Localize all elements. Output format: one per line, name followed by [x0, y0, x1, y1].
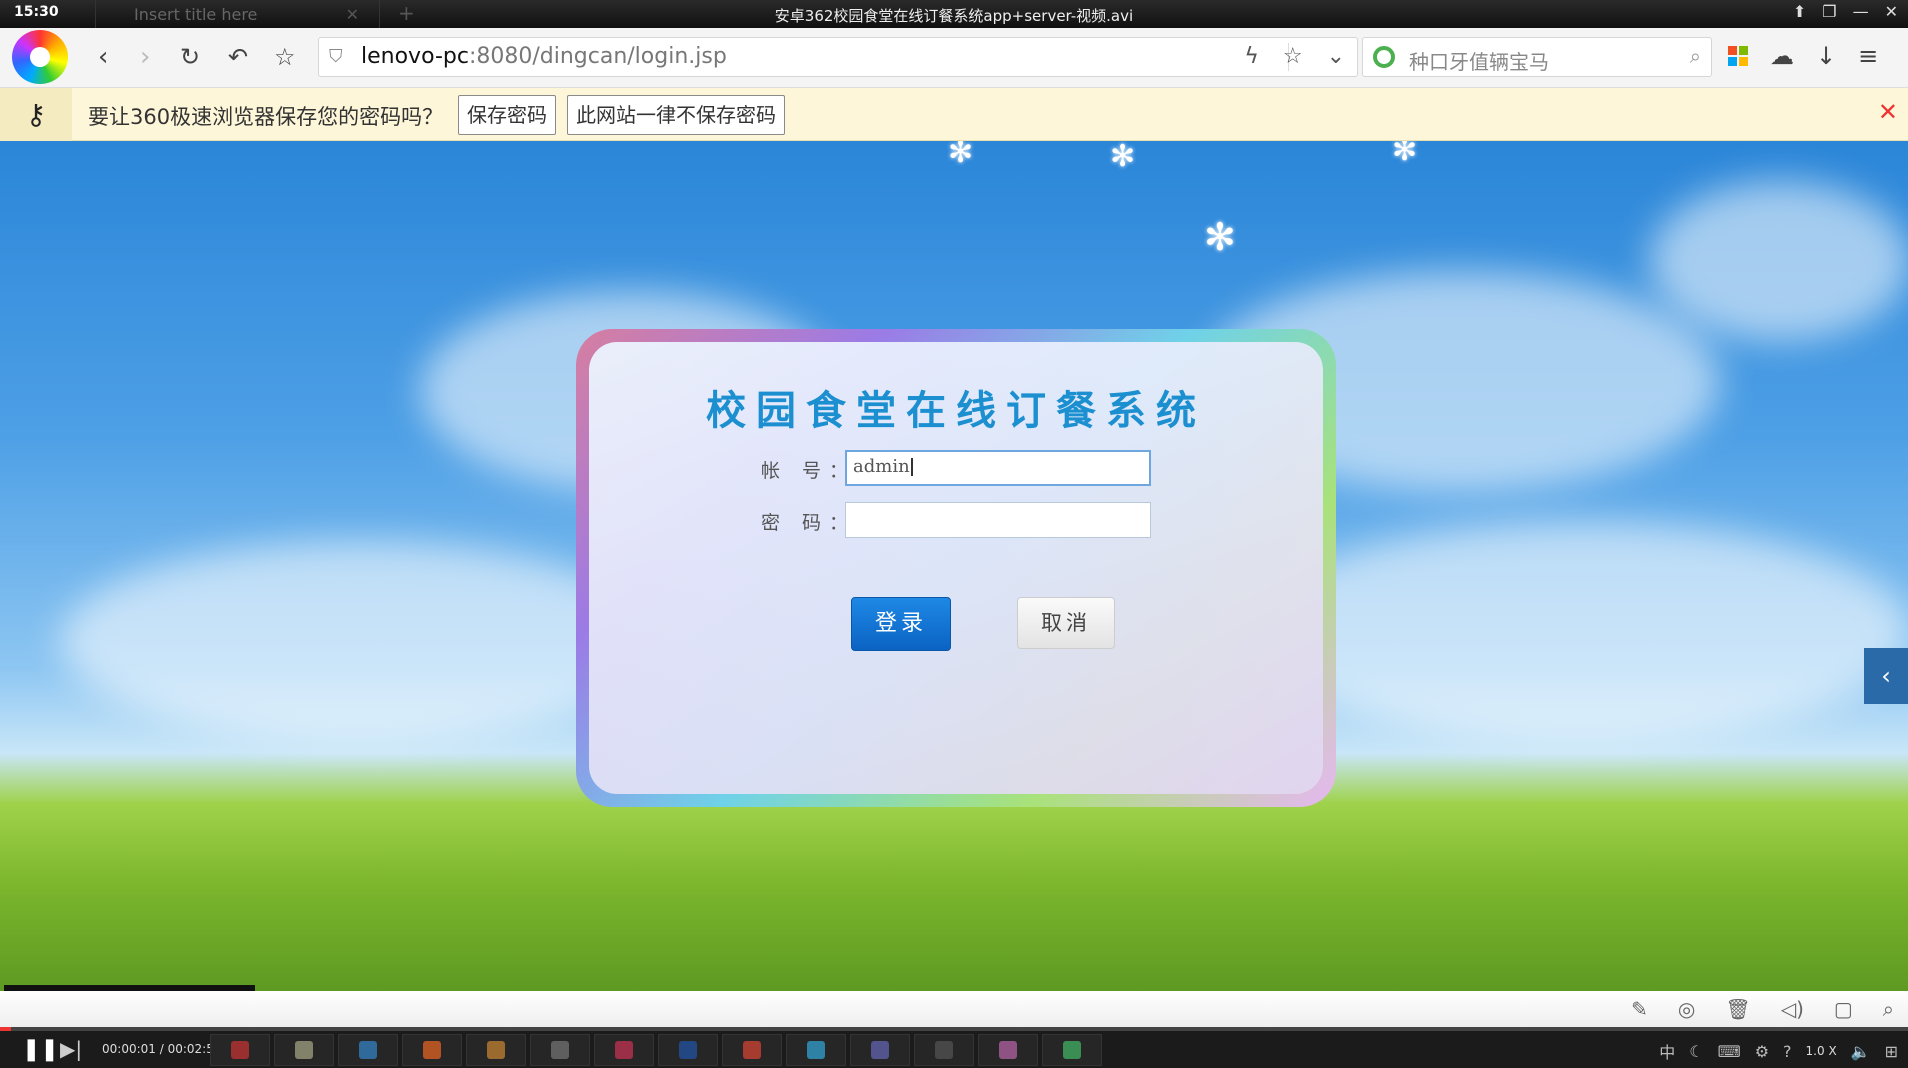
settings-icon[interactable]: ⚙: [1755, 1042, 1769, 1061]
taskbar-app[interactable]: [210, 1034, 270, 1066]
window-icon[interactable]: ▢: [1834, 997, 1853, 1021]
login-button[interactable]: 登录: [851, 597, 951, 651]
background-cloud: [60, 541, 660, 741]
taskbar-app[interactable]: [1042, 1034, 1102, 1066]
side-panel-toggle[interactable]: ‹: [1864, 648, 1908, 704]
menu-icon[interactable]: ≡: [1858, 42, 1878, 70]
prompt-message: 要让360极速浏览器保存您的密码吗？: [88, 105, 444, 129]
account-label: 帐 号：: [761, 460, 857, 482]
search-engine-icon: [1373, 46, 1395, 68]
browser-logo[interactable]: [12, 30, 68, 84]
taskbar-app[interactable]: [914, 1034, 974, 1066]
keyboard-icon[interactable]: ⌨: [1718, 1042, 1741, 1061]
favorite-star-icon[interactable]: ☆: [274, 42, 296, 72]
back-icon[interactable]: ‹: [98, 42, 108, 72]
pin-icon[interactable]: ✎: [1631, 997, 1648, 1021]
bookmark-star-icon[interactable]: ☆: [1283, 44, 1303, 69]
playback-speed[interactable]: 1.0 X: [1806, 1044, 1837, 1058]
account-input[interactable]: admin: [845, 450, 1151, 486]
taskbar-app[interactable]: [786, 1034, 846, 1066]
password-input[interactable]: [845, 502, 1151, 538]
taskbar: ❚❚ ▶| 00:00:01 / 00:02:59 中 ☾ ⌨ ⚙ ? 1.0 …: [0, 1031, 1908, 1068]
shield-icon: ⛉: [329, 46, 343, 67]
taskbar-app[interactable]: [466, 1034, 526, 1066]
taskbar-app[interactable]: [274, 1034, 334, 1066]
system-tray: 中 ☾ ⌨ ⚙ ? 1.0 X 🔈 ⊞: [1659, 1039, 1898, 1063]
taskbar-app[interactable]: [658, 1034, 718, 1066]
help-icon[interactable]: ?: [1783, 1042, 1792, 1061]
next-icon[interactable]: ▶|: [60, 1037, 82, 1061]
delete-icon[interactable]: 🗑: [1725, 997, 1750, 1021]
taskbar-app[interactable]: [850, 1034, 910, 1066]
taskbar-app[interactable]: [338, 1034, 398, 1066]
close-icon[interactable]: ✕: [1878, 98, 1898, 126]
dandelion-seed-icon: ✻: [948, 141, 974, 170]
player-title-bar: 15:30 Insert title here ✕ + 安卓362校园食堂在线订…: [0, 0, 1908, 28]
search-input[interactable]: 种口牙值辆宝马: [1409, 46, 1549, 75]
address-bar[interactable]: ⛉ lenovo-pc:8080/dingcan/login.jsp ϟ ☆ ⌄: [318, 37, 1358, 77]
search-icon[interactable]: ⌕: [1690, 44, 1701, 68]
zoom-icon[interactable]: ⌕: [1883, 997, 1894, 1021]
ime-icon[interactable]: 中: [1659, 1039, 1675, 1063]
login-panel-inner: 校园食堂在线订餐系统 帐 号： admin 密 码： 登录 取消: [589, 342, 1323, 794]
player-tools: ✎ ◎ 🗑 ◁) ▢ ⌕: [1631, 997, 1894, 1021]
grid-icon[interactable]: ⊞: [1885, 1042, 1898, 1061]
taskbar-app[interactable]: [530, 1034, 590, 1066]
chevron-down-icon[interactable]: ⌄: [1327, 44, 1345, 69]
cancel-button[interactable]: 取消: [1017, 597, 1115, 649]
moon-icon[interactable]: ☾: [1689, 1042, 1703, 1061]
dandelion-seed-icon: ✻: [1110, 141, 1136, 174]
address-bar-icons: ϟ ☆ ⌄: [1244, 44, 1345, 69]
login-panel: 校园食堂在线订餐系统 帐 号： admin 密 码： 登录 取消: [576, 329, 1336, 807]
never-save-button[interactable]: 此网站一律不保存密码: [567, 95, 785, 135]
apps-icon[interactable]: [1728, 46, 1748, 66]
video-title: 安卓362校园食堂在线订餐系统app+server-视频.avi: [774, 7, 1134, 25]
lightning-icon[interactable]: ϟ: [1244, 44, 1259, 69]
window-controls: ⬆ ❐ — ✕: [1793, 2, 1898, 21]
forward-icon[interactable]: ›: [140, 42, 150, 72]
url-text[interactable]: lenovo-pc:8080/dingcan/login.jsp: [361, 44, 727, 69]
password-save-prompt: ⚷ 要让360极速浏览器保存您的密码吗？ 保存密码 此网站一律不保存密码 ✕: [0, 88, 1908, 141]
close-icon[interactable]: ✕: [1885, 2, 1898, 21]
taskbar-app[interactable]: [594, 1034, 654, 1066]
account-value: admin: [853, 456, 910, 477]
taskbar-app[interactable]: [978, 1034, 1038, 1066]
search-box[interactable]: 种口牙值辆宝马 ⌕: [1362, 37, 1712, 77]
background-cloud: [1650, 181, 1908, 341]
volume-icon[interactable]: 🔈: [1851, 1042, 1871, 1061]
playback-time: 00:00:01 / 00:02:59: [102, 1042, 222, 1056]
audio-icon[interactable]: ◁): [1781, 997, 1804, 1021]
screenshot-icon[interactable]: ◎: [1678, 997, 1695, 1021]
password-label: 密 码：: [761, 512, 857, 534]
cloud-icon[interactable]: ☁: [1770, 42, 1794, 70]
browser-toolbar: ‹ › ↻ ↶ ☆ ⛉ lenovo-pc:8080/dingcan/login…: [0, 28, 1908, 88]
pin-icon[interactable]: ⬆: [1793, 2, 1806, 21]
browser-menu-icons: ☁ ↓ ≡: [1728, 42, 1878, 70]
page-title: 校园食堂在线订餐系统: [706, 387, 1206, 434]
text-cursor: [910, 458, 913, 476]
undo-icon[interactable]: ↶: [228, 42, 248, 72]
key-icon: ⚷: [0, 88, 72, 141]
dandelion-seed-icon: ✻: [1392, 141, 1418, 168]
background-cloud: [1250, 521, 1908, 741]
player-toolbar: ✎ ◎ 🗑 ◁) ▢ ⌕: [0, 991, 1908, 1028]
download-icon[interactable]: ↓: [1816, 42, 1836, 70]
taskbar-app[interactable]: [402, 1034, 462, 1066]
pause-icon[interactable]: ❚❚: [22, 1037, 59, 1062]
restore-icon[interactable]: ❐: [1822, 2, 1836, 21]
reload-icon[interactable]: ↻: [180, 42, 200, 72]
minimize-icon[interactable]: —: [1853, 2, 1869, 21]
dandelion-seed-icon: ✻: [1204, 215, 1236, 259]
taskbar-apps: [210, 1034, 1102, 1066]
taskbar-app[interactable]: [722, 1034, 782, 1066]
save-password-button[interactable]: 保存密码: [458, 95, 556, 135]
login-page: ✻ ✻ ✻ ✻ 校园食堂在线订餐系统 帐 号： admin 密 码： 登录 取消…: [0, 141, 1908, 991]
chevron-left-icon: ‹: [1881, 662, 1891, 690]
